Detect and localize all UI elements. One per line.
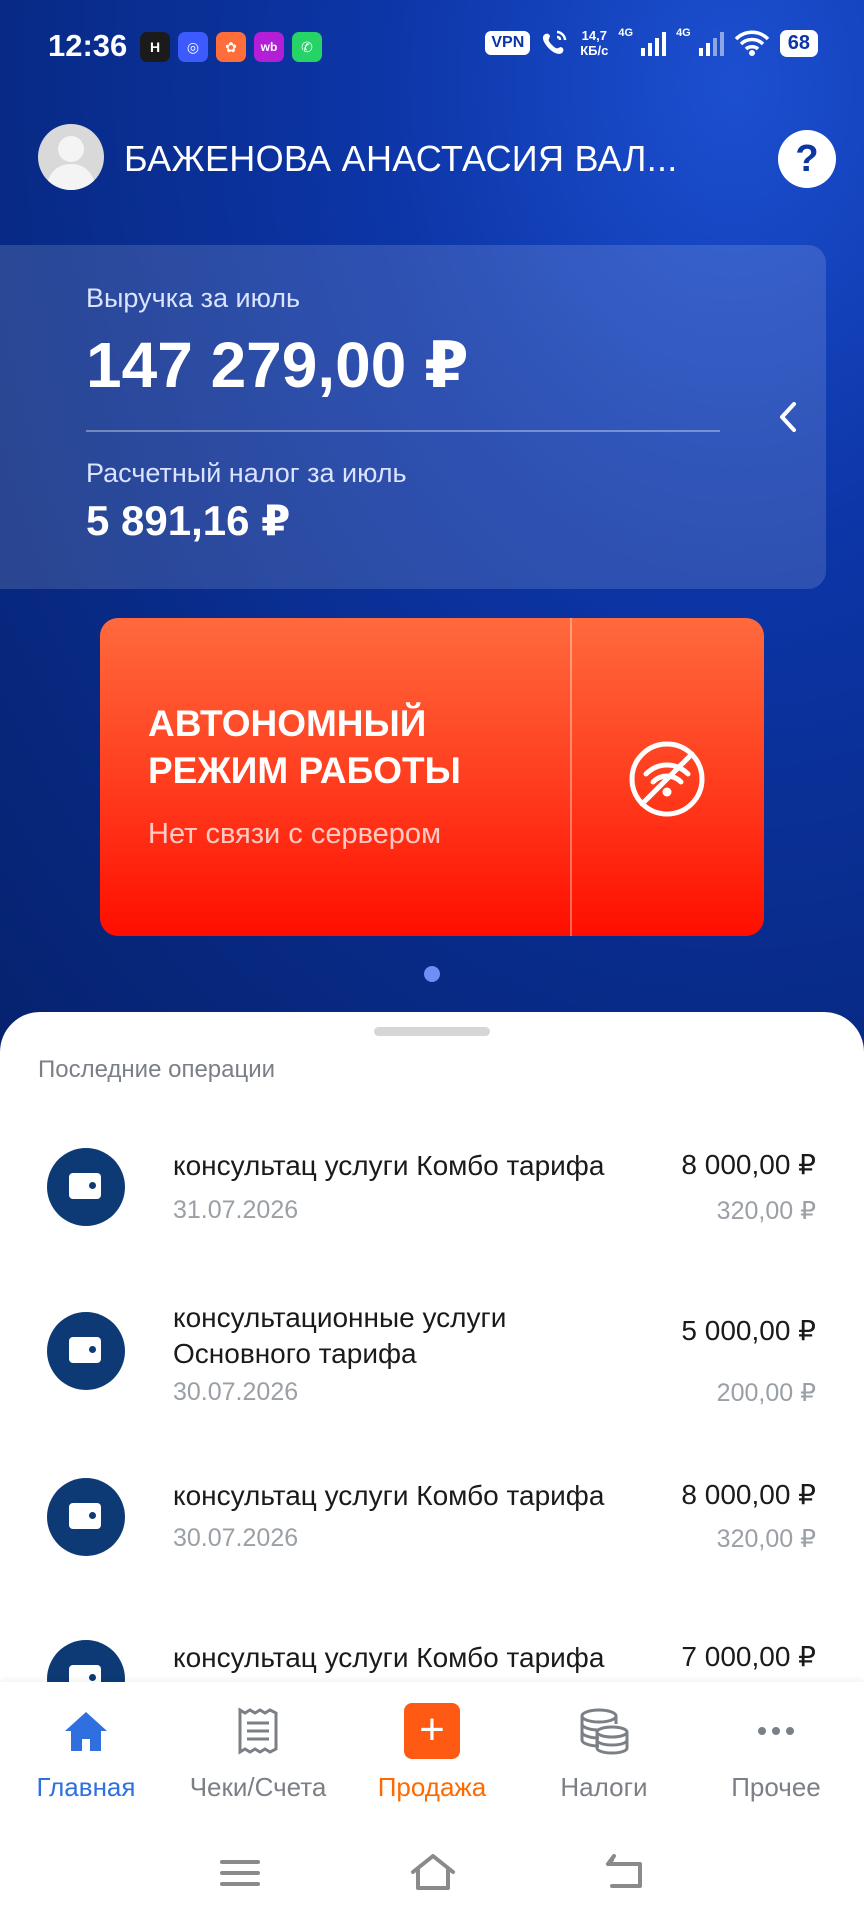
network-type-2: 4G — [676, 27, 691, 39]
nav-taxes-label: Налоги — [560, 1772, 648, 1802]
network-type-1: 4G — [618, 27, 634, 39]
wifi-call-icon — [543, 30, 567, 54]
no-connection-icon — [629, 741, 705, 817]
nav-more[interactable]: Прочее — [690, 1700, 862, 1803]
notification-icons: H ◎ ✿ wb ✆ — [140, 32, 322, 62]
operations-title: Последние операции — [38, 1056, 276, 1083]
plus-icon: + — [404, 1703, 460, 1759]
app-wb-icon: wb — [254, 32, 284, 62]
user-silhouette-icon — [46, 136, 96, 190]
operation-date: 30.07.2026 — [173, 1524, 299, 1552]
revenue-value: 147 279,00 ₽ — [86, 329, 469, 401]
status-bar: 12:36 H ◎ ✿ wb ✆ VPN 14,7 КБ/с 4G 4G 68 — [0, 0, 864, 94]
status-time: 12:36 — [48, 28, 128, 63]
app-chat-icon: ◎ — [178, 32, 208, 62]
user-name[interactable]: БАЖЕНОВА АНАСТАСИЯ ВАЛ... — [124, 138, 678, 180]
tax-value: 5 891,16 ₽ — [86, 497, 291, 544]
wallet-icon — [47, 1148, 125, 1226]
back-icon[interactable] — [602, 1848, 646, 1898]
nav-sale[interactable]: + Продажа — [346, 1700, 518, 1803]
chevron-left-icon[interactable] — [774, 400, 802, 434]
battery-indicator: 68 — [779, 29, 818, 57]
operation-date: 30.07.2026 — [173, 1378, 299, 1406]
nav-receipts-label: Чеки/Счета — [189, 1772, 327, 1802]
wifi-icon — [734, 30, 769, 56]
app-h-icon: H — [140, 32, 170, 62]
operation-amount: 7 000,00 ₽ — [681, 1641, 816, 1672]
nav-taxes[interactable]: Налоги — [518, 1700, 690, 1803]
operation-name: консультац услуги Комбо тарифа — [173, 1150, 605, 1181]
signal-icon-2 — [698, 30, 724, 56]
app-multi-icon: ✿ — [216, 32, 246, 62]
vpn-badge: VPN — [485, 31, 531, 55]
offline-mode-banner[interactable]: АВТОНОМНЫЙ РЕЖИМ РАБОТЫ Нет связи с серв… — [100, 618, 764, 936]
nav-more-label: Прочее — [731, 1772, 821, 1802]
nav-sale-label: Продажа — [377, 1772, 487, 1802]
operation-name: консультационные услуги Основного тарифа — [173, 1302, 507, 1369]
network-speed: 14,7 КБ/с — [580, 28, 609, 58]
home-icon — [65, 1712, 107, 1751]
revenue-label: Выручка за июль — [86, 283, 301, 313]
operation-amount: 5 000,00 ₽ — [681, 1315, 816, 1346]
avatar[interactable] — [38, 124, 104, 190]
operation-name: консультац услуги Комбо тарифа — [173, 1642, 605, 1673]
nav-home-label: Главная — [36, 1772, 136, 1802]
menu-icon[interactable] — [218, 1848, 262, 1898]
wallet-icon — [47, 1312, 125, 1390]
operation-tax: 200,00 ₽ — [716, 1379, 816, 1407]
operation-amount: 8 000,00 ₽ — [681, 1479, 816, 1510]
operation-tax: 320,00 ₽ — [716, 1525, 816, 1553]
nav-home[interactable]: Главная — [0, 1700, 172, 1803]
revenue-divider — [86, 430, 720, 432]
carousel-page-indicator — [424, 966, 440, 982]
operation-tax: 320,00 ₽ — [716, 1197, 816, 1225]
offline-title: АВТОНОМНЫЙ РЕЖИМ РАБОТЫ — [148, 703, 461, 791]
whatsapp-icon: ✆ — [292, 32, 322, 62]
nav-receipts[interactable]: Чеки/Счета — [172, 1700, 344, 1803]
system-indicators: VPN 14,7 КБ/с 4G 4G 68 — [485, 27, 818, 58]
coins-icon — [580, 1708, 629, 1755]
offline-subtitle: Нет связи с сервером — [148, 818, 442, 850]
sheet-drag-handle[interactable] — [374, 1027, 490, 1036]
home-nav-icon[interactable] — [408, 1848, 458, 1898]
tax-label: Расчетный налог за июль — [86, 458, 407, 488]
signal-icon — [641, 30, 667, 56]
help-button[interactable]: ? — [778, 130, 836, 188]
banner-divider — [570, 618, 572, 936]
operation-name: консультац услуги Комбо тарифа — [173, 1480, 605, 1511]
wallet-icon — [47, 1478, 125, 1556]
more-icon — [758, 1727, 794, 1735]
operation-date: 31.07.2026 — [173, 1196, 299, 1224]
receipt-icon — [238, 1707, 278, 1755]
operation-amount: 8 000,00 ₽ — [681, 1149, 816, 1180]
